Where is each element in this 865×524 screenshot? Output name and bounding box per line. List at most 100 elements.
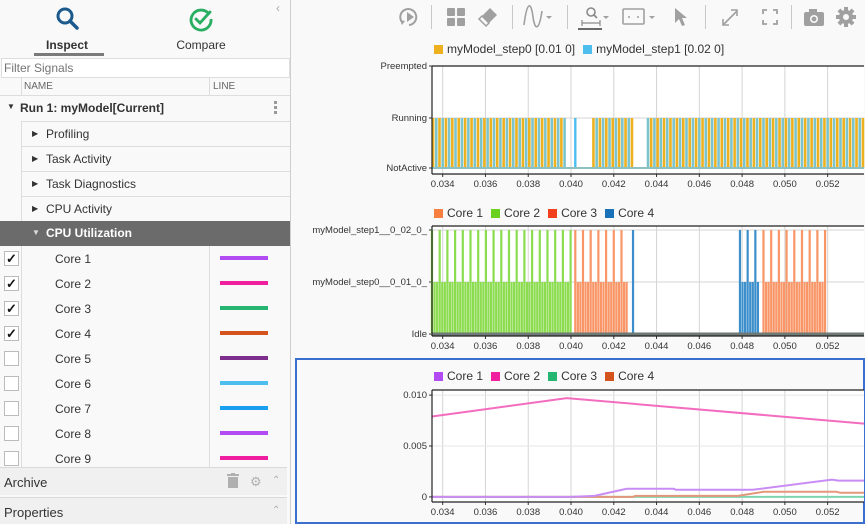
signal-row[interactable]: ✓ Core 1	[0, 246, 290, 271]
x-tick-label: 0.034	[431, 179, 455, 190]
toolbar-separator	[705, 5, 706, 29]
group-cpu-utilization[interactable]: ▼ CPU Utilization	[0, 221, 290, 246]
replay-button[interactable]	[398, 5, 420, 29]
signal-row[interactable]: Core 8	[0, 421, 290, 446]
filter-signals-input[interactable]	[1, 58, 290, 78]
signal-checkbox[interactable]: ✓	[4, 251, 19, 266]
trash-icon[interactable]	[227, 473, 239, 488]
zoom-time-button[interactable]	[578, 5, 610, 30]
line-style-swatch[interactable]	[220, 406, 268, 410]
settings-gear-icon	[836, 7, 856, 27]
line-column-divider	[209, 296, 210, 321]
line-style-swatch[interactable]	[220, 306, 268, 310]
run-row[interactable]: ▼ Run 1: myModel[Current]	[0, 96, 290, 121]
signal-row[interactable]: Core 7	[0, 396, 290, 421]
more-options-icon[interactable]	[272, 100, 278, 116]
signal-row[interactable]: ✓ Core 4	[0, 321, 290, 346]
line-style-swatch[interactable]	[220, 456, 268, 460]
y-tick-label: myModel_step1__0_02_0_	[312, 225, 427, 236]
group-task-diagnostics[interactable]: ▶ Task Diagnostics	[22, 171, 290, 196]
y-tick-label: 0	[422, 492, 427, 503]
signal-name: Core 7	[55, 402, 92, 416]
chevron-up-icon[interactable]: ⌃	[272, 475, 280, 486]
line-column-divider	[209, 346, 210, 371]
x-tick-label: 0.036	[474, 507, 498, 518]
signal-checkbox[interactable]	[4, 351, 19, 366]
y-tick-label: NotActive	[386, 163, 427, 174]
properties-section[interactable]: Properties ⌃	[0, 497, 287, 524]
signal-checkbox[interactable]	[4, 376, 19, 391]
signal-checkbox[interactable]	[4, 451, 19, 466]
toolbar-separator	[431, 5, 432, 29]
properties-label: Properties	[4, 505, 64, 520]
layout-button[interactable]	[446, 5, 466, 29]
line-style-swatch[interactable]	[220, 281, 268, 285]
signal-style-button[interactable]	[522, 5, 554, 29]
signal-checkbox[interactable]	[4, 426, 19, 441]
tree-gutter	[21, 346, 22, 371]
group-task-activity[interactable]: ▶ Task Activity	[22, 146, 290, 171]
fit-axes-button[interactable]	[622, 5, 658, 29]
group-cpu-activity[interactable]: ▶ CPU Activity	[22, 196, 290, 221]
group-profiling[interactable]: ▶ Profiling	[22, 121, 290, 146]
collapsed-arrow-icon[interactable]: ▶	[32, 204, 38, 213]
signal-row[interactable]: ✓ Core 2	[0, 271, 290, 296]
cpu-utilization-plot[interactable]: Core 1 Core 2 Core 3 Core 4 0.034 0.036 0.038…	[292, 366, 865, 524]
name-column-header[interactable]: NAME	[24, 81, 53, 92]
expand-arrow-icon[interactable]: ▼	[7, 102, 15, 111]
line-style-swatch[interactable]	[220, 381, 268, 385]
group-label: Task Diagnostics	[46, 177, 137, 191]
signal-row[interactable]: Core 6	[0, 371, 290, 396]
collapsed-arrow-icon[interactable]: ▶	[32, 179, 38, 188]
y-tick-label: 0.010	[403, 390, 427, 401]
x-tick-label: 0.050	[773, 179, 797, 190]
chevron-left-icon[interactable]: ‹	[276, 1, 280, 15]
chevron-up-icon[interactable]: ⌃	[272, 505, 280, 516]
line-column-divider	[209, 396, 210, 421]
fullscreen-button[interactable]	[761, 5, 779, 29]
left-panel: Inspect Compare ‹ NAME LINE ▼ Run 1: myM…	[0, 0, 291, 524]
signal-checkbox[interactable]: ✓	[4, 326, 19, 341]
cursor-button[interactable]	[672, 5, 690, 29]
collapsed-arrow-icon[interactable]: ▶	[32, 129, 38, 138]
line-column-divider	[209, 271, 210, 296]
snapshot-button[interactable]	[803, 5, 825, 29]
signal-row[interactable]: ✓ Core 3	[0, 296, 290, 321]
tab-inspect[interactable]: Inspect	[12, 0, 122, 58]
search-icon	[56, 7, 79, 30]
task-activity-plot[interactable]: myModel_step0 [0.01 0] myModel_step1 [0.0…	[292, 38, 865, 196]
expand-arrow-icon[interactable]: ▼	[32, 228, 40, 237]
line-style-swatch[interactable]	[220, 356, 268, 360]
expand-button[interactable]	[719, 5, 741, 29]
line-style-swatch[interactable]	[220, 331, 268, 335]
signal-row[interactable]: Core 5	[0, 346, 290, 371]
signal-checkbox[interactable]: ✓	[4, 301, 19, 316]
checkbox-column-header	[0, 78, 22, 96]
gear-icon[interactable]: ⚙	[250, 474, 262, 490]
signal-row[interactable]: Core 9	[0, 446, 290, 467]
zoom-time-icon	[578, 7, 609, 30]
x-tick-label: 0.038	[516, 179, 540, 190]
plot-area: myModel_step0 [0.01 0] myModel_step1 [0.0…	[292, 0, 865, 524]
task-activity-chart: 0.034 0.036 0.038 0.040 0.042 0.044 0.046 0.048…	[381, 61, 865, 190]
line-style-swatch[interactable]	[220, 256, 268, 260]
collapsed-arrow-icon[interactable]: ▶	[32, 154, 38, 163]
signal-name: Core 6	[55, 377, 92, 391]
archive-section[interactable]: Archive ⚙ ⌃	[0, 467, 287, 495]
signal-name: Core 1	[55, 252, 92, 266]
fullscreen-icon	[762, 9, 778, 25]
signal-name: Core 4	[55, 327, 92, 341]
tab-compare[interactable]: Compare	[146, 0, 256, 58]
line-column-header[interactable]: LINE	[209, 78, 235, 96]
signal-checkbox[interactable]: ✓	[4, 276, 19, 291]
signal-checkbox[interactable]	[4, 401, 19, 416]
x-tick-label: 0.038	[516, 507, 540, 518]
clear-button[interactable]	[477, 5, 499, 29]
tree-gutter	[21, 246, 22, 271]
toolbar-separator	[567, 5, 568, 29]
core-activity-plot[interactable]: Core 1 Core 2 Core 3 Core 4 0.034 0.036 0.038…	[292, 202, 865, 360]
x-tick-label: 0.042	[602, 179, 626, 190]
line-style-swatch[interactable]	[220, 431, 268, 435]
settings-button[interactable]	[834, 5, 858, 29]
camera-icon	[804, 9, 824, 26]
